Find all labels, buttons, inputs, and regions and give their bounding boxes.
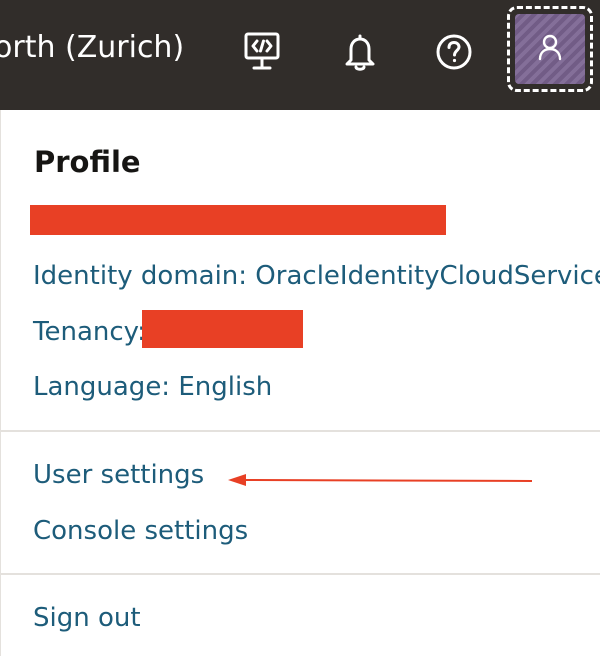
menu-divider: [0, 573, 600, 575]
annotation-arrow: [228, 474, 533, 486]
sign-out-link[interactable]: Sign out: [33, 603, 141, 633]
console-settings-link[interactable]: Console settings: [33, 516, 248, 546]
